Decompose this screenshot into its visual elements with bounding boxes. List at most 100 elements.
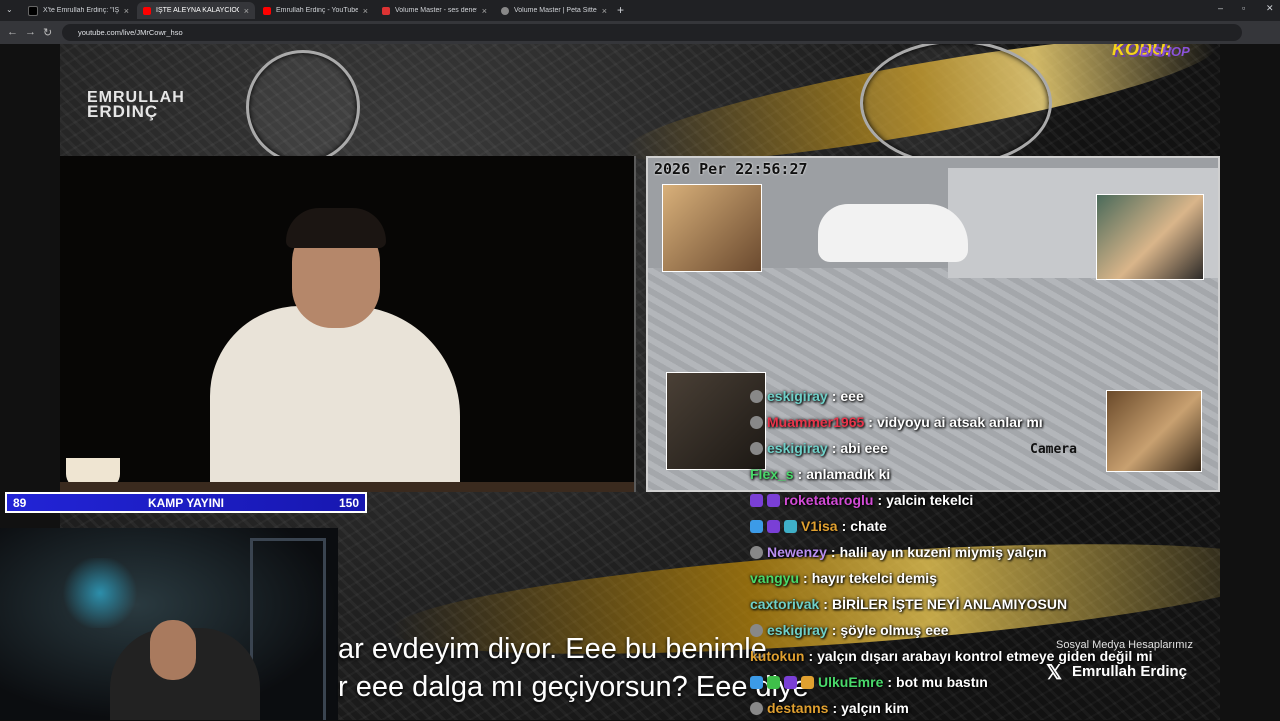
chat-username[interactable]: caxtorivak [750,591,819,617]
magnifier-icon [860,44,1052,166]
score-right: 150 [338,496,359,510]
chat-message: caxtorivak: BİRİLER İŞTE NEYİ ANLAMIYOSUN [750,591,1230,617]
minimize-icon[interactable]: – [1218,3,1223,13]
chat-username[interactable]: eskigiray [767,617,828,643]
host-hair [286,208,386,248]
chat-badge-icon [784,519,797,533]
chat-text: halil ay ın kuzeni miymiş yalçın [839,544,1047,560]
extension-icon [382,6,390,15]
chat-username[interactable]: eskigiray [767,435,828,461]
social-media-banner: Sosyal Medya Hesaplarımız 𝕏 Emrullah Erd… [1046,638,1220,688]
chat-username[interactable]: Flex_s [750,461,794,487]
chat-separator: : [832,700,838,716]
close-tab-icon[interactable]: × [363,6,368,16]
youtube-icon [143,6,151,15]
chat-badge-icon [767,675,780,689]
chat-username[interactable]: V1isa [801,513,838,539]
back-icon[interactable]: ← [7,26,18,38]
close-tab-icon[interactable]: × [124,6,129,16]
url-field[interactable]: youtube.com/live/JMrCowr_hso [62,24,1242,41]
chat-badge-icon [750,493,763,507]
chat-separator: : [808,648,814,664]
youtube-icon [263,6,271,15]
chat-text: vidyoyu ai atsak anlar mı [876,414,1043,430]
chat-separator: : [868,414,873,430]
chat-username[interactable]: Newenzy [767,539,827,565]
chat-username[interactable]: Muammer1965 [767,409,864,435]
chat-separator: : [830,544,836,560]
chat-text: BİRİLER İŞTE NEYİ ANLAMIYOSUN [831,596,1068,612]
promo-code-value: BİSHOP [1140,44,1190,59]
white-car [818,204,968,262]
chat-message: vangyu: hayır tekelci demiş [750,565,1230,591]
cctv-timestamp: 2026 Per 22:56:27 [654,160,808,178]
chat-badge-icon [750,415,763,429]
chat-text: abi eee [840,440,888,456]
chat-separator: : [877,492,883,508]
chat-text: anlamadık ki [806,466,891,482]
chat-separator: : [831,388,837,404]
close-window-icon[interactable]: ✕ [1266,3,1274,14]
inset-photo [662,184,762,272]
social-handle: Emrullah Erdinç [1072,663,1188,680]
channel-logo: EMRULLAH ERDINÇ [87,89,185,121]
maximize-icon[interactable]: ▫ [1242,3,1245,13]
chat-text: eee [840,388,864,404]
new-tab-icon[interactable]: + [617,3,624,17]
chat-username[interactable]: roketataroglu [784,487,873,513]
x-logo-icon: 𝕏 [1046,662,1063,684]
chat-username[interactable]: destanns [767,695,828,721]
chat-badge-icon [767,493,780,507]
subtitle-overlay: ar evdeyim diyor. Eee bu benimle r eee d… [338,630,809,706]
chat-message: Newenzy: halil ay ın kuzeni miymiş yalçın [750,539,1230,565]
doorframe [250,538,326,720]
chat-text: bot mu bastın [896,674,988,690]
chat-message: Muammer1965: vidyoyu ai atsak anlar mı [750,409,1230,435]
chat-text: chate [850,518,887,534]
close-tab-icon[interactable]: × [602,6,607,16]
chat-text: yalcin tekelci [886,492,974,508]
address-toolbar: ← → ↻ youtube.com/live/JMrCowr_hso [0,21,1280,44]
score-title: KAMP YAYINI [147,496,225,510]
host-figure [210,306,460,492]
forward-icon[interactable]: → [25,26,36,38]
chat-separator: : [841,518,847,534]
browser-tab[interactable]: Emrullah Erdinç - YouTube × [257,2,374,19]
host-camera-panel [60,156,636,492]
inset-photo [1096,194,1204,280]
chat-separator: : [803,570,808,586]
social-header: Sosyal Medya Hesaplarımız [1056,639,1193,651]
close-tab-icon[interactable]: × [244,6,249,16]
browser-tab[interactable]: X'te Emrullah Erdinç: "İŞTE ALE × [22,2,135,19]
browser-tab[interactable]: Volume Master - ses denetleyic × [376,2,493,19]
chat-username[interactable]: UlkuEmre [818,669,883,695]
chat-badge-icon [750,675,763,689]
chat-badge-icon [750,519,763,533]
chat-username[interactable]: eskigiray [767,383,828,409]
chat-username[interactable]: kutokun [750,643,804,669]
close-tab-icon[interactable]: × [482,6,487,16]
chat-message: roketataroglu: yalcin tekelci [750,487,1230,513]
url-text: youtube.com/live/JMrCowr_hso [78,28,183,37]
x-icon [28,5,38,16]
chat-badge-icon [750,623,763,637]
chat-message: eskigiray: eee [750,383,1230,409]
browser-tab-active[interactable]: İŞTE ALEYNA KALAYCIOĞL × [137,2,255,19]
subtitle-line: r eee dalga mı geçiyorsun? Eee diye [338,671,809,703]
chat-text: yalçın kim [841,700,909,716]
chat-text: şöyle olmuş eee [840,622,949,638]
tab-search-icon[interactable]: ⌄ [6,5,13,14]
browser-tab-bar: ⌄ X'te Emrullah Erdinç: "İŞTE ALE × İŞTE… [0,0,1280,21]
magnifier-icon [246,50,360,164]
streamer-webcam [0,528,338,720]
chat-badge-icon [767,519,780,533]
subtitle-line: ar evdeyim diyor. Eee bu benimle [338,633,767,665]
reload-icon[interactable]: ↻ [43,26,52,39]
browser-tab[interactable]: Volume Master | Peta Sittek × [495,2,613,19]
chat-badge-icon [784,675,797,689]
chat-username[interactable]: vangyu [750,565,799,591]
desk [60,482,634,492]
chat-badge-icon [750,701,763,715]
page-margin-left [0,44,60,528]
chat-badge-icon [750,389,763,403]
